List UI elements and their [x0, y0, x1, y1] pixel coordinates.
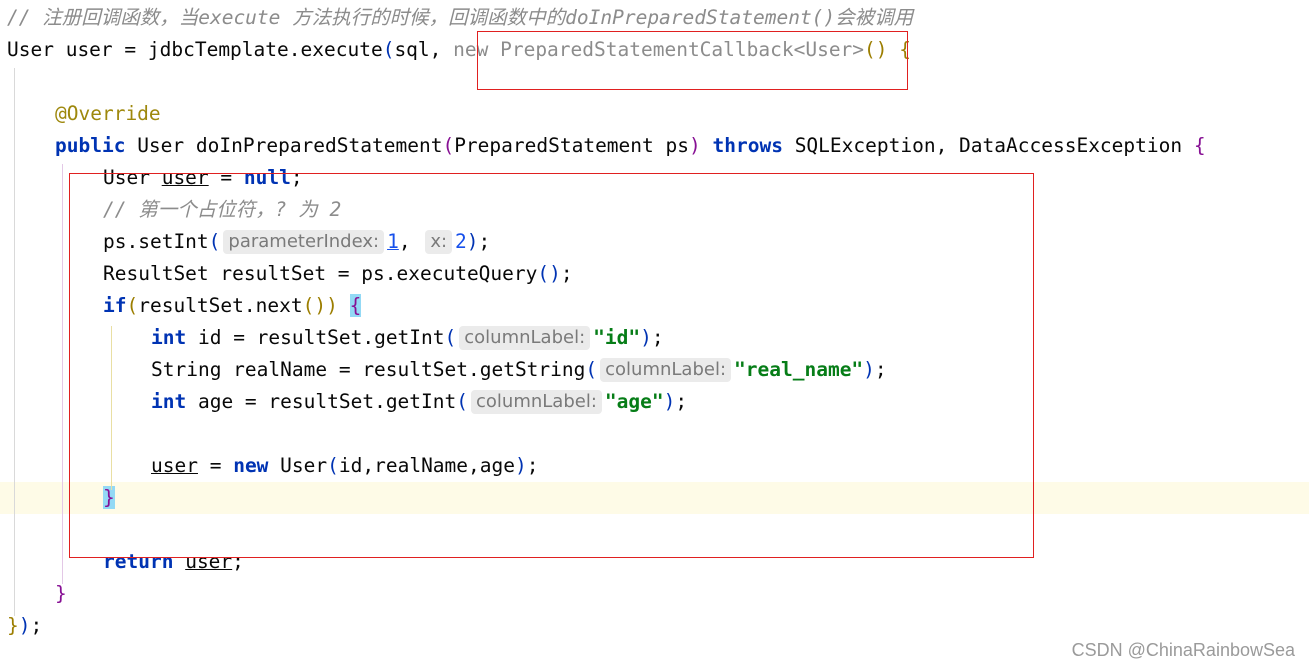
- code-token: SQLException, DataAccessException: [782, 134, 1194, 157]
- code-token: // 注册回调函数，当execute 方法执行的时候，回调函数中的doInPre…: [7, 6, 914, 29]
- code-token: PreparedStatement ps: [454, 134, 689, 157]
- indent-guide: [62, 164, 63, 584]
- code-token: }: [55, 582, 67, 605]
- code-token: (: [442, 134, 455, 157]
- code-token: ): [689, 134, 701, 157]
- code-token: sql,: [394, 38, 454, 61]
- code-token: @Override: [55, 102, 161, 125]
- code-token: User doInPreparedStatement: [125, 134, 443, 157]
- code-token: }: [7, 614, 19, 637]
- code-token: public: [55, 134, 126, 157]
- highlight-box-method-body: [69, 173, 1034, 558]
- code-token: ): [18, 614, 31, 637]
- indent-guide: [14, 68, 15, 616]
- code-token: (: [382, 38, 395, 61]
- highlight-box-callback: [477, 31, 908, 90]
- code-line[interactable]: @Override: [0, 98, 1309, 130]
- code-line[interactable]: // 注册回调函数，当execute 方法执行的时候，回调函数中的doInPre…: [0, 2, 1309, 34]
- code-line[interactable]: });: [0, 610, 1309, 642]
- code-line[interactable]: public User doInPreparedStatement(Prepar…: [0, 130, 1309, 162]
- code-token: User user = jdbcTemplate.execute: [7, 38, 383, 61]
- code-token: {: [1193, 134, 1206, 157]
- code-line[interactable]: }: [0, 578, 1309, 610]
- watermark: CSDN @ChinaRainbowSea: [1071, 640, 1295, 660]
- code-token: throws: [712, 134, 783, 157]
- code-token: ;: [30, 614, 43, 637]
